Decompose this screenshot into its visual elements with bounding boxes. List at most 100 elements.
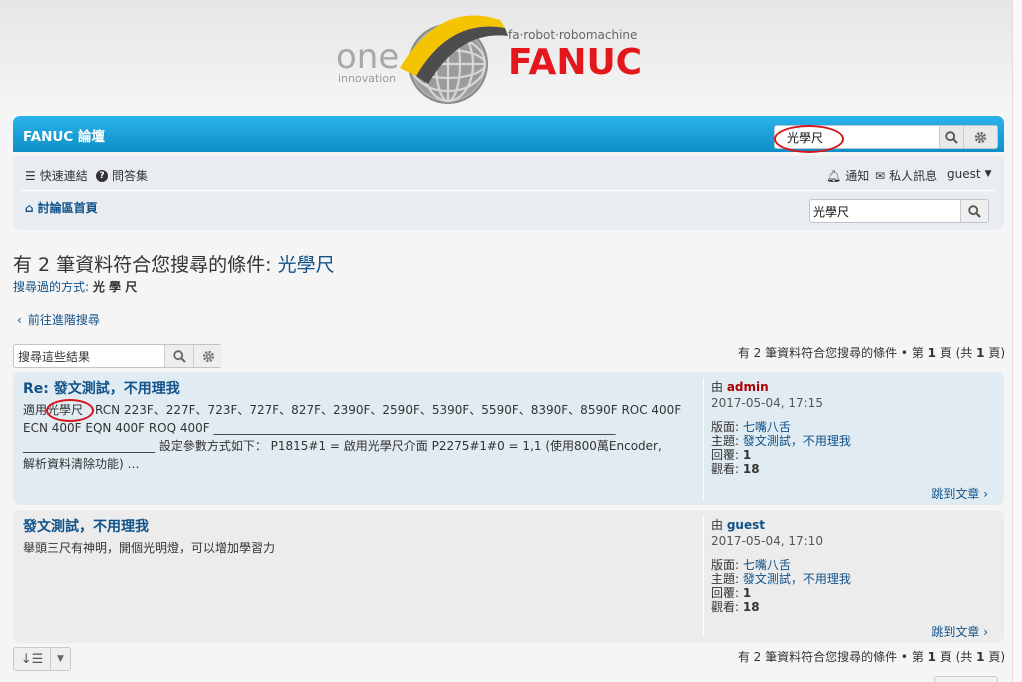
topic-link[interactable]: 發文測試，不用理我 — [743, 434, 851, 448]
site-title[interactable]: FANUC 論壇 — [23, 125, 105, 145]
forum-label: 版面: — [711, 558, 743, 572]
jump-to-post-link[interactable]: 跳到文章 › — [931, 485, 988, 502]
post-author[interactable]: guest — [727, 518, 765, 532]
advanced-search-button[interactable] — [963, 126, 997, 148]
logo-brand-text: FANUC — [508, 42, 642, 83]
post-author[interactable]: admin — [727, 380, 769, 394]
jump-to-dropdown[interactable] — [934, 676, 998, 682]
excerpt-text: 適用 — [23, 403, 48, 417]
advanced-search-link[interactable]: ‹ 前往進階搜尋 — [17, 311, 100, 328]
pagination-prefix: 有 2 筆資料符合您搜尋的條件 • 第 — [737, 346, 928, 360]
gear-icon — [202, 350, 214, 362]
faq-link[interactable]: ? 問答集 — [96, 167, 148, 184]
views-count: 18 — [742, 600, 760, 614]
replies-label: 回覆: — [711, 586, 743, 600]
logo-one-text: one — [336, 37, 399, 77]
notifications-link[interactable]: 🔔︎ 通知 — [826, 167, 869, 184]
header-search-box — [774, 125, 998, 149]
post-excerpt-line: 舉頭三尺有神明，開個光明燈，可以增加學習力 — [23, 541, 276, 555]
pagination-prefix: 有 2 筆資料符合您搜尋的條件 • 第 — [737, 650, 928, 664]
page-title-term[interactable]: 光學尺 — [278, 254, 335, 276]
inbox-icon: ✉ — [875, 168, 886, 183]
user-name: guest — [947, 167, 981, 181]
search-method: 搜尋過的方式: 光 學 尺 — [13, 278, 137, 295]
advanced-search-label: 前往進階搜尋 — [27, 313, 100, 327]
by-label: 由 — [711, 518, 727, 532]
post-excerpt: 舉頭三尺有神明，開個光明燈，可以增加學習力 — [23, 539, 683, 557]
private-messages-label: 私人訊息 — [889, 169, 938, 183]
views-label: 觀看: — [711, 600, 743, 614]
pagination-total: 1 — [976, 650, 985, 664]
logo-tagline-text: fa·robot·robomachine — [508, 28, 637, 42]
post-excerpt-line: 解析資料清除功能) … — [23, 457, 140, 471]
search-icon — [945, 130, 958, 144]
gear-icon — [974, 131, 987, 143]
private-messages-link[interactable]: ✉ 私人訊息 — [875, 167, 937, 184]
post-excerpt-line: 適用光學尺 RCN 223F、227F、723F、727F、827F、2390F… — [23, 401, 683, 419]
page-title: 有 2 筆資料符合您搜尋的條件: 光學尺 — [13, 250, 335, 277]
site-logo[interactable]: one innovation fa·robot·robomachine FANU… — [0, 0, 1022, 112]
pagination-total: 1 — [976, 346, 985, 360]
header-search-input[interactable] — [775, 126, 939, 148]
excerpt-text: RCN 223F、227F、723F、727F、827F、2390F、2590F… — [83, 403, 682, 417]
search-button[interactable] — [939, 126, 963, 148]
post-date: 2017-05-04, 17:10 — [711, 534, 823, 548]
forum-link[interactable]: 七嘴八舌 — [743, 420, 791, 434]
post-title[interactable]: Re: 發文測試，不用理我 — [23, 378, 180, 398]
search-result-post: 發文測試，不用理我 舉頭三尺有神明，開個光明燈，可以增加學習力 由 guest … — [13, 510, 1004, 643]
sort-options-button[interactable]: ↓☰ ▼ — [13, 647, 71, 671]
pagination-bottom: 有 2 筆資料符合您搜尋的條件 • 第 1 頁 (共 1 頁) — [738, 648, 1005, 665]
forum-link[interactable]: 七嘴八舌 — [743, 558, 791, 572]
topic-link[interactable]: 發文測試，不用理我 — [743, 572, 851, 586]
by-label: 由 — [711, 380, 727, 394]
chevron-right-icon: › — [983, 487, 988, 501]
navbar-search-input[interactable] — [810, 200, 960, 222]
board-index-link[interactable]: ⌂ 討論區首頁 — [25, 199, 98, 216]
views-count: 18 — [742, 462, 760, 476]
search-result-post: Re: 發文測試，不用理我 適用光學尺 RCN 223F、227F、723F、7… — [13, 372, 1004, 505]
user-menu[interactable]: guest ▼ — [947, 167, 991, 181]
pagination-suffix: 頁) — [984, 346, 1005, 360]
views-label: 觀看: — [711, 462, 743, 476]
navbar-separator — [21, 190, 996, 191]
replies-count: 1 — [742, 586, 752, 600]
post-excerpt-line: ECN 400F EQN 400F ROQ 400F _____________… — [23, 421, 616, 435]
quick-links-menu[interactable]: ☰ 快速連結 — [25, 167, 88, 184]
post-divider — [703, 378, 704, 499]
jump-label: 跳到文章 — [931, 625, 980, 639]
replies-count: 1 — [742, 448, 752, 462]
jump-to-post-link[interactable]: 跳到文章 › — [931, 623, 988, 640]
search-within-button[interactable] — [164, 345, 193, 367]
navbar-search-button[interactable] — [960, 200, 988, 222]
chevron-left-icon: ‹ — [17, 313, 22, 327]
navbar-search-box — [809, 199, 989, 223]
faq-label: 問答集 — [112, 169, 149, 183]
topic-label: 主題: — [711, 572, 743, 586]
logo-innovation-text: innovation — [338, 72, 396, 85]
search-within-options-button[interactable] — [193, 345, 222, 367]
search-within-input[interactable] — [14, 345, 164, 367]
search-method-label: 搜尋過的方式: — [13, 280, 93, 294]
pagination-mid: 頁 (共 — [936, 346, 977, 360]
question-icon: ? — [96, 169, 108, 182]
post-meta: 由 admin 2017-05-04, 17:15 版面: 七嘴八舌 主題: 發… — [711, 380, 851, 476]
window-edge — [1012, 0, 1022, 682]
post-excerpt-line: ______________________ 設定參數方式如下： P1815#1… — [23, 439, 662, 453]
sort-icon: ↓☰ — [20, 651, 44, 667]
post-divider — [703, 516, 704, 637]
pagination-page: 1 — [927, 650, 936, 664]
pagination-mid: 頁 (共 — [936, 650, 977, 664]
header-bar: FANUC 論壇 — [13, 116, 1004, 152]
pagination-suffix: 頁) — [984, 650, 1005, 664]
excerpt-highlight: 光學尺 — [47, 403, 84, 417]
post-meta: 由 guest 2017-05-04, 17:10 版面: 七嘴八舌 主題: 發… — [711, 518, 851, 614]
quick-links-label: 快速連結 — [39, 169, 88, 183]
fanuc-logo-icon: one innovation fa·robot·robomachine FANU… — [336, 15, 642, 104]
navbar: ☰ 快速連結 ? 問答集 🔔︎ 通知 ✉ 私人訊息 guest ▼ ⌂ 討論區首… — [13, 156, 1004, 230]
pagination-top: 有 2 筆資料符合您搜尋的條件 • 第 1 頁 (共 1 頁) — [738, 344, 1005, 361]
search-icon — [172, 349, 186, 363]
post-excerpt: 適用光學尺 RCN 223F、227F、723F、727F、827F、2390F… — [23, 401, 683, 473]
bell-icon: 🔔︎ — [826, 168, 842, 183]
post-title[interactable]: 發文測試，不用理我 — [23, 516, 149, 536]
topic-label: 主題: — [711, 434, 743, 448]
